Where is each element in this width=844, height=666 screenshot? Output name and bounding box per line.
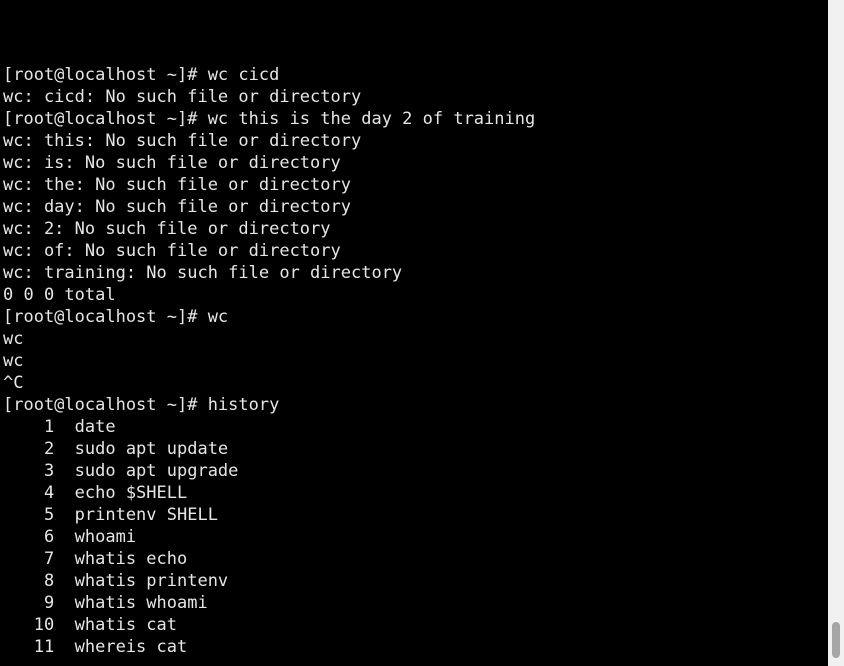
terminal-line: wc: cicd: No such file or directory (3, 87, 362, 107)
terminal-line: wc: this: No such file or directory (3, 131, 362, 151)
terminal-output: [root@localhost ~]# wc cicd wc: cicd: No … (3, 64, 535, 658)
terminal-line: wc (3, 351, 24, 371)
terminal-line: 11 whereis cat (3, 637, 188, 657)
terminal-line: 8 whatis printenv (3, 571, 229, 591)
terminal-line: [root@localhost ~]# wc cicd (3, 65, 280, 85)
terminal-line: 4 echo $SHELL (3, 483, 188, 503)
terminal-line: 6 whoami (3, 527, 137, 547)
scrollbar-thumb[interactable] (832, 622, 840, 658)
terminal-line: 3 sudo apt upgrade (3, 461, 239, 481)
terminal-line: wc: of: No such file or directory (3, 241, 341, 261)
terminal-line: wc: 2: No such file or directory (3, 219, 331, 239)
terminal-line: wc: is: No such file or directory (3, 153, 341, 173)
terminal-line: [root@localhost ~]# wc (3, 307, 229, 327)
terminal-line: 0 0 0 total (3, 285, 116, 305)
vertical-scrollbar[interactable] (828, 0, 844, 666)
terminal-line: 1 date (3, 417, 116, 437)
terminal-window[interactable]: [root@localhost ~]# wc cicd wc: cicd: No … (0, 0, 828, 666)
terminal-line: 7 whatis echo (3, 549, 188, 569)
terminal-line: wc: day: No such file or directory (3, 197, 351, 217)
terminal-line: wc: training: No such file or directory (3, 263, 403, 283)
terminal-line: wc (3, 329, 24, 349)
terminal-line: 2 sudo apt update (3, 439, 229, 459)
terminal-line: [root@localhost ~]# history (3, 395, 280, 415)
terminal-line: 9 whatis whoami (3, 593, 208, 613)
terminal-line: [root@localhost ~]# wc this is the day 2… (3, 109, 536, 129)
terminal-line: ^C (3, 373, 24, 393)
terminal-line: wc: the: No such file or directory (3, 175, 351, 195)
terminal-line: 5 printenv SHELL (3, 505, 218, 525)
terminal-line: 10 whatis cat (3, 615, 177, 635)
